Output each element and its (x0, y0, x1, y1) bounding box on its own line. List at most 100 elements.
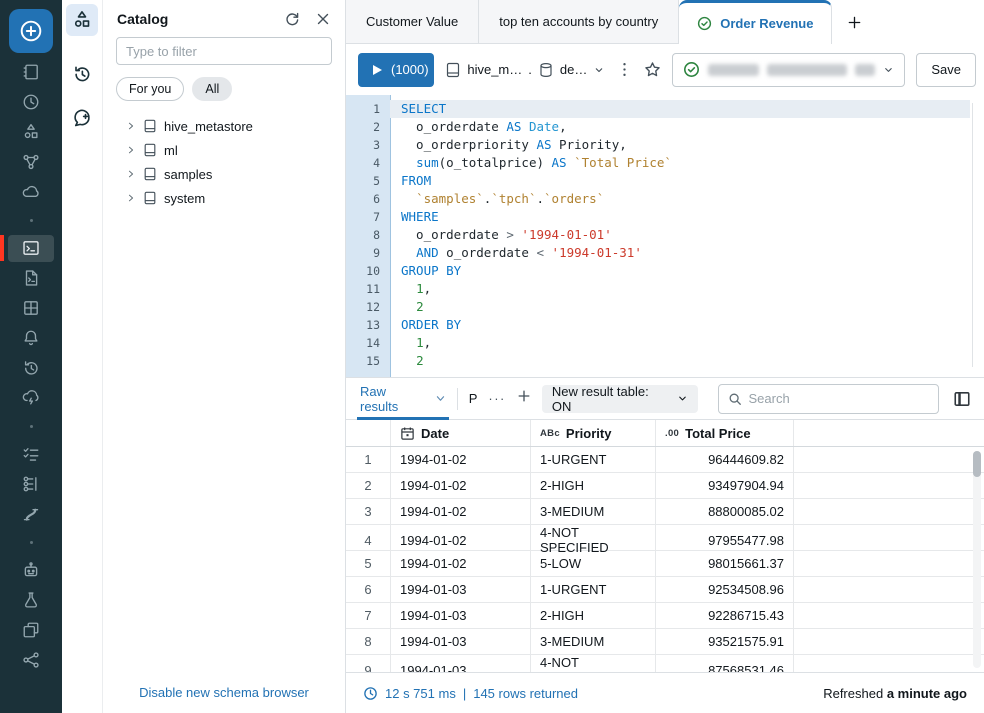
catalog-tree-item[interactable]: samples (103, 162, 345, 186)
kebab-menu-icon (616, 61, 633, 78)
sidebar-item-serving[interactable] (0, 645, 62, 675)
table-row[interactable]: 3 1994-01-02 3-MEDIUM 88800085.02 (346, 499, 984, 525)
chip-for-you[interactable]: For you (116, 77, 184, 101)
sidebar-item-recents[interactable] (0, 87, 62, 117)
clock-icon (22, 93, 40, 111)
table-row[interactable]: 7 1994-01-03 2-HIGH 92286715.43 (346, 603, 984, 629)
catalog-tree-item[interactable]: system (103, 186, 345, 210)
catalog-tree-item[interactable]: ml (103, 138, 345, 162)
new-button[interactable] (9, 9, 53, 53)
more-options-button[interactable] (616, 59, 633, 81)
table-row[interactable]: 5 1994-01-02 5-LOW 98015661.37 (346, 551, 984, 577)
date-cell: 1994-01-02 (391, 473, 531, 498)
sidebar-item-job-runs[interactable] (0, 439, 62, 469)
results-overflow-menu[interactable]: ··· (488, 391, 506, 406)
new-result-table-toggle[interactable]: New result table: ON (542, 385, 698, 413)
sidebar-item-alerts[interactable] (0, 323, 62, 353)
sidebar-item-workflows[interactable] (0, 147, 62, 177)
stats-separator: | (463, 686, 466, 701)
results-tab-divider (457, 388, 458, 410)
column-header-total-price[interactable]: .00 Total Price (656, 420, 794, 446)
chevron-down-icon (883, 64, 894, 76)
row-number-cell: 8 (346, 629, 391, 654)
catalog-filter-input[interactable] (116, 37, 332, 65)
results-scrollbar-track[interactable] (973, 451, 981, 668)
share-nodes-icon (22, 651, 40, 669)
history-icon (22, 359, 40, 377)
sidebar-item-sql-warehouses[interactable] (0, 383, 62, 413)
chevron-right-icon[interactable] (126, 169, 136, 179)
favorite-button[interactable] (644, 59, 661, 81)
assistant-bubble-icon (72, 108, 92, 128)
sql-editor[interactable]: 1SELECT2 o_orderdate AS Date,3 o_orderpr… (346, 95, 984, 377)
sidebar-item-dashboards[interactable] (0, 293, 62, 323)
decimal-type-icon: .00 (665, 428, 679, 439)
catalog-schema-selector[interactable]: hive_m… . de… (445, 62, 605, 78)
priority-cell: 2-HIGH (531, 473, 656, 498)
warehouse-selector[interactable] (672, 53, 905, 87)
date-cell: 1994-01-02 (391, 499, 531, 524)
rail-item-catalog[interactable] (66, 4, 98, 36)
calendar-icon (400, 426, 415, 441)
disable-schema-browser-link[interactable]: Disable new schema browser (103, 685, 345, 700)
clock-icon (363, 686, 378, 701)
raw-results-tab[interactable]: Raw results (360, 378, 446, 419)
table-row[interactable]: 9 1994-01-03 4-NOT SPECIFIED 87568531.46 (346, 655, 984, 672)
add-visualization-button[interactable] (517, 389, 531, 408)
side-panel-toggle-button[interactable] (950, 387, 974, 411)
sidebar-item-sql-editor[interactable] (0, 233, 62, 263)
table-row[interactable]: 1 1994-01-02 1-URGENT 96444609.82 (346, 447, 984, 473)
chevron-right-icon[interactable] (126, 145, 136, 155)
column-header-date[interactable]: Date (391, 420, 531, 446)
tab-top-ten-accounts[interactable]: top ten accounts by country (479, 0, 679, 44)
row-number-cell: 2 (346, 473, 391, 498)
refresh-icon[interactable] (284, 11, 300, 27)
sidebar-item-queries[interactable] (0, 263, 62, 293)
sidebar-item-playground[interactable] (0, 555, 62, 585)
catalog-item-icon (143, 119, 157, 133)
rail-item-assistant[interactable] (66, 102, 98, 134)
sidebar-item-data-ingestion[interactable] (0, 469, 62, 499)
clipped-result-tab[interactable]: P (469, 391, 478, 406)
row-number-cell: 5 (346, 551, 391, 576)
sidebar-item-query-history[interactable] (0, 353, 62, 383)
new-tab-button[interactable] (832, 0, 876, 44)
results-search-input[interactable] (749, 391, 930, 406)
cloud-warehouse-icon (22, 389, 40, 407)
row-number-cell: 7 (346, 603, 391, 628)
column-header-priority[interactable]: ABc Priority (531, 420, 656, 446)
workflows-icon (22, 153, 40, 171)
chevron-right-icon[interactable] (126, 121, 136, 131)
plus-icon (847, 15, 862, 30)
results-scrollbar-thumb[interactable] (973, 451, 981, 477)
table-row[interactable]: 4 1994-01-02 4-NOT SPECIFIED 97955477.98 (346, 525, 984, 551)
tab-customer-value[interactable]: Customer Value (346, 0, 479, 44)
sidebar-item-workspace[interactable] (0, 57, 62, 87)
chip-all[interactable]: All (192, 77, 232, 101)
sidebar-item-apps[interactable] (0, 615, 62, 645)
chevron-right-icon[interactable] (126, 193, 136, 203)
table-row[interactable]: 2 1994-01-02 2-HIGH 93497904.94 (346, 473, 984, 499)
close-icon[interactable] (315, 11, 331, 27)
sidebar-item-pipelines[interactable] (0, 499, 62, 529)
app-sidebar (0, 0, 62, 713)
sidebar-item-compute[interactable] (0, 177, 62, 207)
query-file-icon (22, 269, 40, 287)
sidebar-item-experiments[interactable] (0, 585, 62, 615)
table-header-filler (794, 420, 984, 446)
table-row[interactable]: 6 1994-01-03 1-URGENT 92534508.96 (346, 577, 984, 603)
table-row[interactable]: 8 1994-01-03 3-MEDIUM 93521575.91 (346, 629, 984, 655)
schema-browser-rail (62, 0, 102, 713)
sidebar-item-catalog[interactable] (0, 117, 62, 147)
priority-cell: 3-MEDIUM (531, 629, 656, 654)
catalog-tree-item[interactable]: hive_metastore (103, 114, 345, 138)
tab-order-revenue[interactable]: Order Revenue (679, 0, 832, 44)
rail-item-history[interactable] (66, 58, 98, 90)
catalog-panel-title: Catalog (117, 11, 269, 27)
query-stats[interactable]: 12 s 751 ms | 145 rows returned (363, 686, 578, 701)
selected-schema: de… (560, 62, 587, 77)
string-type-icon: ABc (540, 428, 560, 439)
run-button[interactable]: (1000) (358, 53, 434, 87)
filler-cell (794, 603, 984, 628)
save-button[interactable]: Save (916, 53, 976, 87)
